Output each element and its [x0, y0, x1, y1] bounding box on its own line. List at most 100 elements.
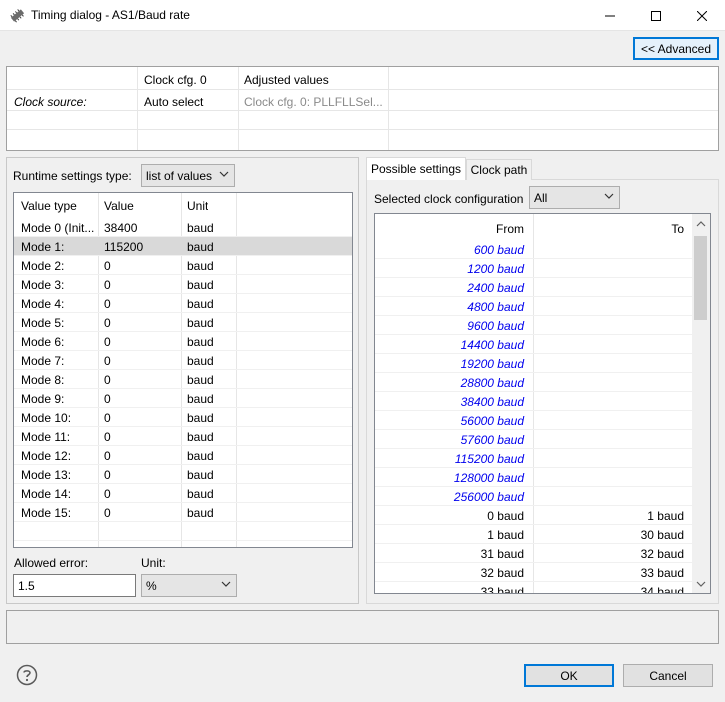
cell-value: 0 — [104, 259, 111, 273]
minimize-button[interactable] — [587, 0, 633, 31]
table-row[interactable]: Mode 8: 0 baud — [14, 370, 352, 389]
cell-type: Mode 1: — [21, 240, 65, 254]
table-row[interactable]: Mode 14: 0 baud — [14, 484, 352, 503]
table-row[interactable]: 56000 baud — [375, 411, 692, 430]
cell-type: Mode 6: — [21, 335, 65, 349]
cell-type: Mode 9: — [21, 392, 65, 406]
cell-type: Mode 2: — [21, 259, 65, 273]
maximize-icon — [651, 10, 661, 21]
unit-select[interactable]: % — [141, 574, 237, 597]
cell-value: 0 — [104, 335, 111, 349]
window-title: Timing dialog - AS1/Baud rate — [31, 8, 190, 22]
cell-from: 115200 baud — [454, 452, 524, 466]
table-row[interactable]: 38400 baud — [375, 392, 692, 411]
table-row[interactable]: Mode 3: 0 baud — [14, 275, 352, 294]
column-header-clock-cfg: Clock cfg. 0 — [144, 73, 207, 87]
tab-clock-path[interactable]: Clock path — [466, 159, 532, 180]
row-divider — [7, 129, 718, 130]
table-row[interactable]: Mode 9: 0 baud — [14, 389, 352, 408]
cell-from: 1 baud — [487, 528, 524, 542]
table-row[interactable]: 33 baud 34 baud — [375, 582, 692, 593]
close-button[interactable] — [679, 0, 725, 31]
table-row[interactable]: 115200 baud — [375, 449, 692, 468]
cell-value: 0 — [104, 278, 111, 292]
table-row[interactable]: 28800 baud — [375, 373, 692, 392]
selected-clock-config-label: Selected clock configuration — [374, 192, 524, 206]
allowed-error-input[interactable] — [13, 574, 136, 597]
table-row[interactable]: 4800 baud — [375, 297, 692, 316]
table-row[interactable]: 0 baud 1 baud — [375, 506, 692, 525]
chevron-down-icon — [219, 171, 229, 177]
cell-unit: baud — [187, 259, 214, 273]
table-row[interactable]: 32 baud 33 baud — [375, 563, 692, 582]
table-row[interactable]: Mode 6: 0 baud — [14, 332, 352, 351]
table-row[interactable]: 9600 baud — [375, 316, 692, 335]
row-divider — [7, 110, 718, 111]
cell-unit: baud — [187, 373, 214, 387]
cell-value: 0 — [104, 411, 111, 425]
chevron-down-icon — [604, 193, 614, 199]
unit-label: Unit: — [141, 556, 166, 570]
clock-source-label: Clock source: — [14, 95, 87, 109]
table-row[interactable]: Mode 12: 0 baud — [14, 446, 352, 465]
cell-value: 0 — [104, 373, 111, 387]
table-row[interactable]: 2400 baud — [375, 278, 692, 297]
scroll-up-icon[interactable] — [696, 219, 706, 229]
advanced-button[interactable]: << Advanced — [633, 37, 719, 60]
table-row[interactable]: Mode 4: 0 baud — [14, 294, 352, 313]
table-row[interactable]: Mode 5: 0 baud — [14, 313, 352, 332]
cell-value: 0 — [104, 430, 111, 444]
scrollbar-thumb[interactable] — [694, 236, 707, 320]
cell-from: 28800 baud — [460, 376, 524, 390]
table-row[interactable]: Mode 7: 0 baud — [14, 351, 352, 370]
help-icon[interactable] — [16, 664, 38, 686]
ok-button[interactable]: OK — [524, 664, 614, 687]
table-row[interactable]: 128000 baud — [375, 468, 692, 487]
minimize-icon — [605, 15, 615, 16]
table-row[interactable]: 256000 baud — [375, 487, 692, 506]
table-row[interactable]: Mode 15: 0 baud — [14, 503, 352, 522]
table-row[interactable]: Mode 11: 0 baud — [14, 427, 352, 446]
table-row[interactable]: 14400 baud — [375, 335, 692, 354]
table-row[interactable]: Mode 2: 0 baud — [14, 256, 352, 275]
cancel-button[interactable]: Cancel — [623, 664, 713, 687]
cell-unit: baud — [187, 506, 214, 520]
table-row[interactable]: 19200 baud — [375, 354, 692, 373]
clock-source-value[interactable]: Auto select — [144, 95, 203, 109]
table-row[interactable]: 600 baud — [375, 240, 692, 259]
runtime-settings-select[interactable]: list of values — [141, 164, 235, 187]
tab-possible-settings[interactable]: Possible settings — [366, 157, 466, 180]
close-icon — [697, 10, 707, 21]
cell-type: Mode 7: — [21, 354, 65, 368]
cell-value: 0 — [104, 449, 111, 463]
scroll-down-icon[interactable] — [696, 579, 706, 589]
cell-value: 0 — [104, 316, 111, 330]
table-row[interactable]: Mode 10: 0 baud — [14, 408, 352, 427]
table-row[interactable]: Mode 1: 115200 baud — [14, 237, 352, 256]
selected-clock-config-select[interactable]: All — [529, 186, 620, 209]
cell-unit: baud — [187, 297, 214, 311]
table-row[interactable]: Mode 13: 0 baud — [14, 465, 352, 484]
unit-value: % — [146, 579, 157, 593]
cell-from: 14400 baud — [460, 338, 524, 352]
allowed-error-label: Allowed error: — [14, 556, 89, 570]
table-row[interactable]: 57600 baud — [375, 430, 692, 449]
maximize-button[interactable] — [633, 0, 679, 31]
table-row[interactable]: 31 baud 32 baud — [375, 544, 692, 563]
cell-value: 0 — [104, 392, 111, 406]
column-header-unit: Unit — [187, 199, 209, 213]
selected-clock-config-value: All — [534, 191, 548, 205]
table-row[interactable]: 1 baud 30 baud — [375, 525, 692, 544]
cell-type: Mode 3: — [21, 278, 65, 292]
vertical-scrollbar[interactable] — [692, 214, 710, 593]
column-divider — [388, 67, 389, 150]
column-header-from: From — [496, 222, 524, 236]
table-row[interactable]: Mode 0 (Init... 38400 baud — [14, 218, 352, 237]
cell-from: 56000 baud — [460, 414, 524, 428]
cell-to: 30 baud — [640, 528, 684, 542]
cell-type: Mode 4: — [21, 297, 65, 311]
table-row[interactable]: 1200 baud — [375, 259, 692, 278]
cell-unit: baud — [187, 354, 214, 368]
cell-to: 33 baud — [640, 566, 684, 580]
empty-row — [14, 541, 352, 547]
